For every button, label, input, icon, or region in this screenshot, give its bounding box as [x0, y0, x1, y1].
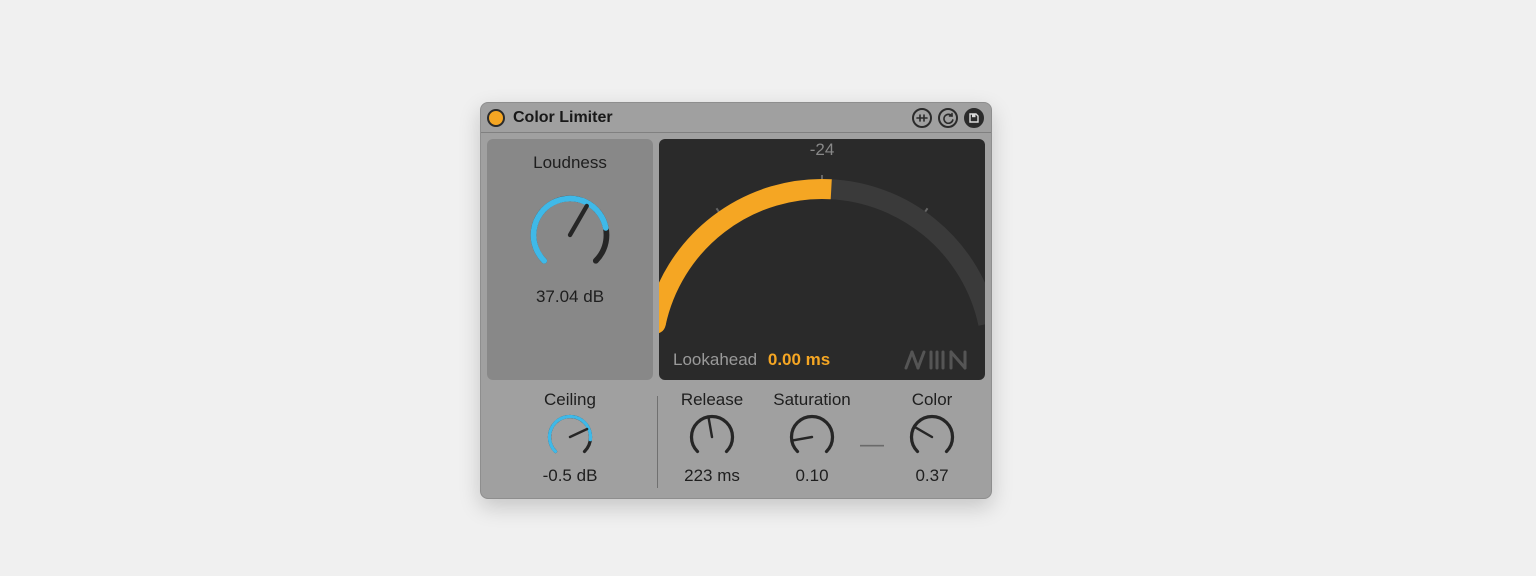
- gauge-arc: 0-24-48: [659, 139, 985, 339]
- saturation-value: 0.10: [795, 466, 828, 486]
- color-knob[interactable]: [905, 410, 959, 464]
- randomize-icon[interactable]: [938, 108, 958, 128]
- saturation-knob[interactable]: [785, 410, 839, 464]
- loudness-value: 37.04 dB: [536, 287, 604, 307]
- ceiling-value: -0.5 dB: [543, 466, 598, 486]
- loudness-label: Loudness: [533, 153, 607, 173]
- collapse-icon[interactable]: [912, 108, 932, 128]
- ceiling-knob[interactable]: [543, 410, 597, 464]
- release-label: Release: [681, 390, 743, 410]
- release-knob[interactable]: [685, 410, 739, 464]
- save-preset-icon[interactable]: [964, 108, 984, 128]
- device-panel: Color Limiter Loudness 37.04 dB 0-24-48: [480, 102, 992, 499]
- lookahead-label: Lookahead: [673, 350, 757, 369]
- color-value: 0.37: [915, 466, 948, 486]
- controls-row: Ceiling -0.5 dB Release 223 ms Saturatio…: [481, 380, 991, 499]
- svg-text:-24: -24: [810, 140, 835, 159]
- release-value: 223 ms: [684, 466, 740, 486]
- title-bar: Color Limiter: [481, 103, 991, 133]
- ceiling-label: Ceiling: [544, 390, 596, 410]
- loudness-section: Loudness 37.04 dB: [487, 139, 653, 380]
- lookahead-value[interactable]: 0.00 ms: [768, 350, 830, 369]
- link-indicator-icon: —: [860, 400, 884, 490]
- device-on-toggle[interactable]: [487, 109, 505, 127]
- reduction-meter: 0-24-48 Lookahead 0.00 ms: [659, 139, 985, 380]
- saturation-label: Saturation: [773, 390, 851, 410]
- brand-logo: [903, 348, 973, 372]
- device-title: Color Limiter: [513, 109, 912, 127]
- divider: [657, 396, 658, 488]
- loudness-knob[interactable]: [522, 187, 618, 283]
- color-label: Color: [912, 390, 953, 410]
- lookahead-readout: Lookahead 0.00 ms: [673, 350, 830, 370]
